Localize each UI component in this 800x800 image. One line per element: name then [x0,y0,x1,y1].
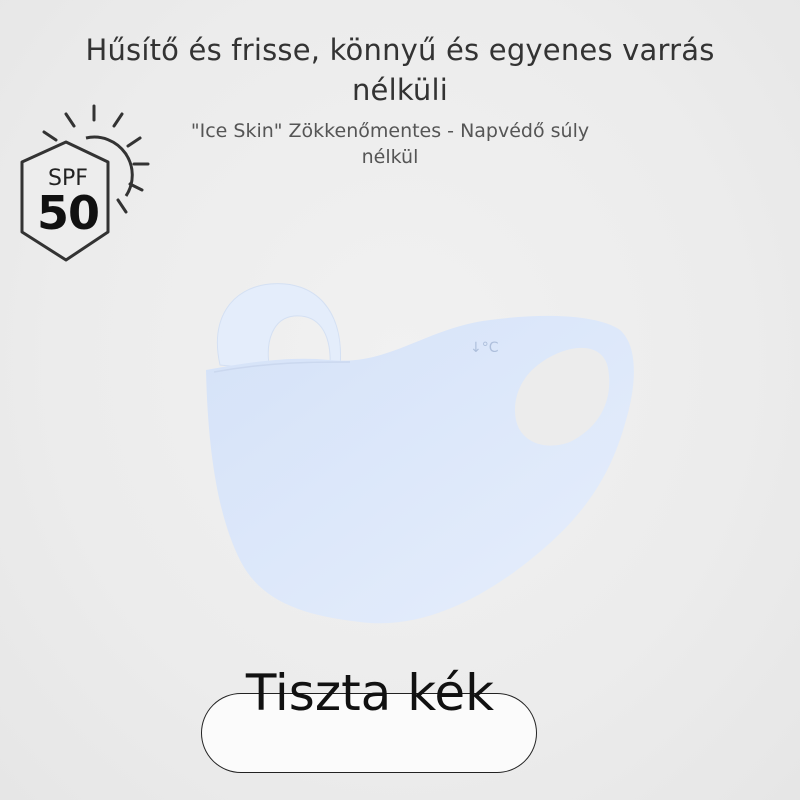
subheadline: "Ice Skin" Zökkenőmentes - Napvédő súly … [190,120,590,168]
color-option-label: Tiszta kék [245,664,495,722]
headline: Hűsítő és frisse, könnyű és egyenes varr… [85,33,715,107]
spf-value: 50 [36,186,100,240]
mask-mark: ↓°C [470,340,499,356]
face-mask-image: ↓°C [190,270,650,640]
